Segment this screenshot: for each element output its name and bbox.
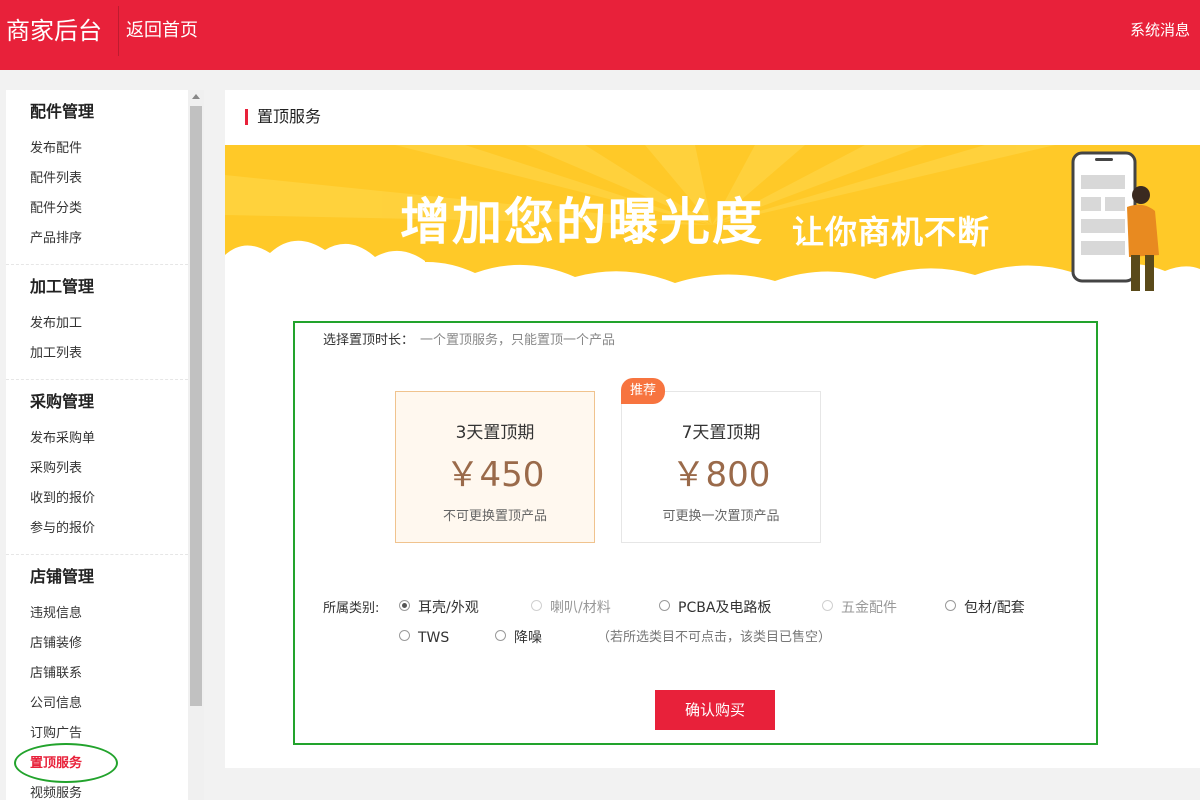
header-divider bbox=[118, 6, 119, 56]
sidebar-item-publish-processing[interactable]: 发布加工 bbox=[30, 309, 188, 339]
sidebar-group-parts: 配件管理 发布配件 配件列表 配件分类 产品排序 bbox=[6, 90, 188, 265]
purchase-form-box: 选择置顶时长： 一个置顶服务，只能置顶一个产品 3天置顶期 ￥450 不可更换置顶… bbox=[293, 321, 1098, 745]
home-link[interactable]: 返回首页 bbox=[126, 19, 198, 43]
category-option-label: PCBA及电路板 bbox=[678, 600, 772, 616]
sidebar-item-video-service[interactable]: 视频服务 bbox=[30, 779, 188, 800]
category-note: （若所选类目不可点击，该类目已售空） bbox=[597, 630, 832, 645]
radio-disabled-icon bbox=[822, 600, 833, 611]
sidebar-group-title: 店铺管理 bbox=[30, 567, 95, 586]
plan-price: ￥450 bbox=[445, 455, 545, 495]
category-option-pcba[interactable]: PCBA及电路板 bbox=[659, 598, 771, 618]
sidebar-item-violations[interactable]: 违规信息 bbox=[30, 599, 188, 629]
radio-icon[interactable] bbox=[659, 600, 670, 611]
category-option-tws[interactable]: TWS bbox=[399, 628, 449, 648]
sidebar-item-joined-quotes[interactable]: 参与的报价 bbox=[30, 514, 188, 544]
sidebar-item-order-ads[interactable]: 订购广告 bbox=[30, 719, 188, 749]
scroll-thumb[interactable] bbox=[190, 106, 202, 706]
sidebar-item-purchase-list[interactable]: 采购列表 bbox=[30, 454, 188, 484]
sidebar-item-part-list[interactable]: 配件列表 bbox=[30, 164, 188, 194]
main-panel: 置顶服务 增加您的曝光度 让你商机不断 选择置顶时长： 一个置顶服务，只能置顶一… bbox=[225, 90, 1200, 768]
radio-icon[interactable] bbox=[945, 600, 956, 611]
sidebar-group-title: 采购管理 bbox=[30, 392, 95, 411]
sidebar-item-received-quotes[interactable]: 收到的报价 bbox=[30, 484, 188, 514]
banner-subtitle: 让你商机不断 bbox=[792, 213, 991, 251]
plan-card-3-day[interactable]: 3天置顶期 ￥450 不可更换置顶产品 bbox=[395, 391, 595, 543]
plan-note: 不可更换置顶产品 bbox=[442, 509, 547, 524]
page-title: 置顶服务 bbox=[245, 107, 321, 127]
sidebar-item-part-category[interactable]: 配件分类 bbox=[30, 194, 188, 224]
sidebar-item-shop-contact[interactable]: 店铺联系 bbox=[30, 659, 188, 689]
system-messages-link[interactable]: 系统消息 bbox=[1130, 20, 1190, 40]
category-option-label: 喇叭/材料 bbox=[550, 600, 611, 616]
duration-label: 选择置顶时长： bbox=[323, 333, 415, 348]
plan-price: ￥800 bbox=[671, 455, 771, 495]
plan-name: 7天置顶期 bbox=[681, 423, 761, 443]
scroll-up-arrow-icon[interactable] bbox=[192, 94, 200, 99]
banner-title: 增加您的曝光度 bbox=[400, 193, 764, 251]
radio-checked-icon[interactable] bbox=[399, 600, 410, 611]
sidebar-item-top-service[interactable]: 置顶服务 bbox=[30, 749, 188, 779]
plan-name: 3天置顶期 bbox=[455, 423, 535, 443]
sidebar-item-processing-list[interactable]: 加工列表 bbox=[30, 339, 188, 369]
duration-row: 选择置顶时长： 一个置顶服务，只能置顶一个产品 bbox=[323, 331, 615, 351]
sidebar-group-shop: 店铺管理 违规信息 店铺装修 店铺联系 公司信息 订购广告 置顶服务 视频服务 bbox=[6, 555, 188, 800]
phone-illustration-icon bbox=[1071, 151, 1137, 283]
category-option-label: TWS bbox=[418, 630, 450, 646]
sidebar-item-company-info[interactable]: 公司信息 bbox=[30, 689, 188, 719]
sidebar-scrollbar[interactable] bbox=[188, 90, 204, 800]
sidebar-item-publish-purchase-order[interactable]: 发布采购单 bbox=[30, 424, 188, 454]
radio-icon[interactable] bbox=[495, 630, 506, 641]
brand-title: 商家后台 bbox=[6, 17, 102, 45]
category-label: 所属类别: bbox=[323, 601, 380, 616]
category-option-label: 五金配件 bbox=[841, 600, 897, 616]
duration-hint: 一个置顶服务，只能置顶一个产品 bbox=[420, 333, 616, 348]
sidebar-group-purchasing: 采购管理 发布采购单 采购列表 收到的报价 参与的报价 bbox=[6, 380, 188, 555]
sidebar-item-product-sort[interactable]: 产品排序 bbox=[30, 224, 188, 254]
plan-note: 可更换一次置顶产品 bbox=[662, 509, 780, 524]
category-option-label: 包材/配套 bbox=[964, 600, 1025, 616]
category-option-label: 耳壳/外观 bbox=[418, 600, 479, 616]
sidebar-item-publish-part[interactable]: 发布配件 bbox=[30, 134, 188, 164]
category-option-noise-reduction[interactable]: 降噪 bbox=[495, 628, 542, 648]
promo-banner: 增加您的曝光度 让你商机不断 bbox=[225, 145, 1200, 302]
radio-icon[interactable] bbox=[399, 630, 410, 641]
category-option-hardware: 五金配件 bbox=[822, 598, 897, 618]
category-option-speaker: 喇叭/材料 bbox=[531, 598, 611, 618]
confirm-purchase-button[interactable]: 确认购买 bbox=[655, 690, 775, 730]
sidebar-group-title: 配件管理 bbox=[30, 102, 95, 121]
sidebar-group-processing: 加工管理 发布加工 加工列表 bbox=[6, 265, 188, 380]
category-option-packaging[interactable]: 包材/配套 bbox=[945, 598, 1025, 618]
recommended-badge: 推荐 bbox=[621, 378, 666, 404]
category-option-label: 降噪 bbox=[514, 630, 542, 646]
radio-disabled-icon bbox=[531, 600, 542, 611]
sidebar: 配件管理 发布配件 配件列表 配件分类 产品排序 加工管理 发布加工 加工列表 … bbox=[6, 90, 188, 800]
category-option-shell[interactable]: 耳壳/外观 bbox=[399, 598, 479, 618]
sidebar-item-shop-decoration[interactable]: 店铺装修 bbox=[30, 629, 188, 659]
sidebar-group-title: 加工管理 bbox=[30, 277, 95, 296]
top-bar: 商家后台 返回首页 系统消息 bbox=[0, 0, 1200, 70]
plan-card-7-day[interactable]: 推荐 7天置顶期 ￥800 可更换一次置顶产品 bbox=[621, 378, 821, 543]
